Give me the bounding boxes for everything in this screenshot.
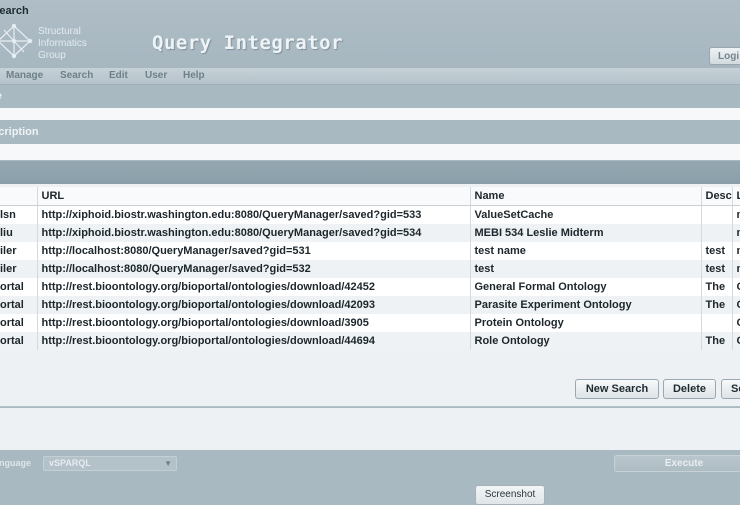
table-cell-owner: lsn	[0, 206, 37, 225]
description-label: escription	[0, 126, 39, 138]
table-cell-url: http://xiphoid.biostr.washington.edu:808…	[37, 206, 470, 225]
table-cell-l: C	[732, 332, 740, 350]
table-cell-owner: ortal	[0, 314, 37, 332]
table-cell-url: http://xiphoid.biostr.washington.edu:808…	[37, 224, 470, 242]
language-select-value: vSPARQL	[49, 458, 91, 468]
language-label: anguage	[0, 458, 31, 468]
screenshot-button[interactable]: Screenshot	[475, 485, 545, 505]
table-cell-name: test	[470, 260, 701, 278]
table-cell-owner: ortal	[0, 278, 37, 296]
table-cell-name: test name	[470, 242, 701, 260]
table-cell-name: Role Ontology	[470, 332, 701, 350]
search-results-table: URL Name Desc L lsn http://xiphoid.biost…	[0, 187, 740, 350]
menu-item-search[interactable]: Search	[60, 70, 93, 81]
table-cell-owner: ortal	[0, 332, 37, 350]
app-header	[0, 0, 740, 68]
app-title: Query Integrator	[152, 32, 343, 54]
table-row[interactable]: iler http://localhost:8080/QueryManager/…	[0, 260, 740, 278]
table-cell-owner: ortal	[0, 296, 37, 314]
description-input[interactable]	[0, 144, 740, 160]
table-cell-url: http://rest.bioontology.org/bioportal/on…	[37, 314, 470, 332]
login-button[interactable]: Logi	[709, 47, 740, 65]
table-row[interactable]: ortal http://rest.bioontology.org/biopor…	[0, 314, 740, 332]
table-cell-description: The	[701, 278, 732, 296]
table-cell-url: http://localhost:8080/QueryManager/saved…	[37, 260, 470, 278]
table-cell-l: C	[732, 314, 740, 332]
table-row[interactable]: lsn http://xiphoid.biostr.washington.edu…	[0, 206, 740, 225]
table-cell-l: n	[732, 260, 740, 278]
org-logo-text: Structural Informatics Group	[38, 26, 87, 62]
table-row[interactable]: ortal http://rest.bioontology.org/biopor…	[0, 278, 740, 296]
table-cell-name: Protein Ontology	[470, 314, 701, 332]
table-cell-description: test	[701, 260, 732, 278]
menu-bar: Manage Search Edit User Help	[0, 68, 740, 85]
column-header-url[interactable]: URL	[37, 187, 470, 206]
table-cell-description: The	[701, 332, 732, 350]
table-cell-name: Parasite Experiment Ontology	[470, 296, 701, 314]
table-cell-l: C	[732, 278, 740, 296]
execute-button[interactable]: Execute	[614, 455, 740, 472]
table-cell-l: n	[732, 206, 740, 225]
table-cell-l: n	[732, 224, 740, 242]
table-cell-name: ValueSetCache	[470, 206, 701, 225]
table-cell-description	[701, 224, 732, 242]
table-cell-owner: liu	[0, 224, 37, 242]
table-row[interactable]: ortal http://rest.bioontology.org/biopor…	[0, 332, 740, 350]
chevron-down-icon: ▼	[164, 457, 172, 470]
org-line-3: Group	[38, 50, 87, 62]
table-cell-name: General Formal Ontology	[470, 278, 701, 296]
title-input[interactable]	[0, 108, 740, 120]
delete-button[interactable]: Delete	[663, 379, 716, 399]
table-header-row: URL Name Desc L	[0, 187, 740, 206]
language-select[interactable]: vSPARQL ▼	[43, 456, 177, 471]
table-cell-owner: iler	[0, 242, 37, 260]
new-search-button[interactable]: New Search	[575, 379, 659, 399]
table-cell-description	[701, 314, 732, 332]
org-line-2: Informatics	[38, 38, 87, 50]
search-panel-title: Search	[0, 5, 29, 17]
table-cell-url: http://rest.bioontology.org/bioportal/on…	[37, 296, 470, 314]
table-cell-url: http://rest.bioontology.org/bioportal/on…	[37, 278, 470, 296]
table-cell-l: n	[732, 242, 740, 260]
menu-item-user[interactable]: User	[145, 70, 167, 81]
menu-item-manage[interactable]: Manage	[6, 70, 43, 81]
table-cell-url: http://rest.bioontology.org/bioportal/on…	[37, 332, 470, 350]
menu-item-help[interactable]: Help	[183, 70, 205, 81]
column-header-owner[interactable]	[0, 187, 37, 206]
table-cell-description	[701, 206, 732, 225]
title-label: itle	[0, 90, 2, 102]
query-editor[interactable]	[0, 408, 740, 450]
table-cell-description: The	[701, 296, 732, 314]
column-header-description[interactable]: Desc	[701, 187, 732, 206]
select-button[interactable]: Se	[721, 379, 740, 399]
table-cell-l: C	[732, 296, 740, 314]
table-cell-owner: iler	[0, 260, 37, 278]
table-cell-name: MEBI 534 Leslie Midterm	[470, 224, 701, 242]
table-cell-url: http://localhost:8080/QueryManager/saved…	[37, 242, 470, 260]
search-panel-header	[0, 161, 740, 184]
network-graph-icon	[0, 20, 34, 62]
column-header-name[interactable]: Name	[470, 187, 701, 206]
org-line-1: Structural	[38, 26, 87, 38]
menu-item-edit[interactable]: Edit	[109, 70, 128, 81]
table-row[interactable]: ortal http://rest.bioontology.org/biopor…	[0, 296, 740, 314]
column-header-l[interactable]: L	[732, 187, 740, 206]
table-row[interactable]: liu http://xiphoid.biostr.washington.edu…	[0, 224, 740, 242]
table-row[interactable]: iler http://localhost:8080/QueryManager/…	[0, 242, 740, 260]
table-cell-description: test	[701, 242, 732, 260]
